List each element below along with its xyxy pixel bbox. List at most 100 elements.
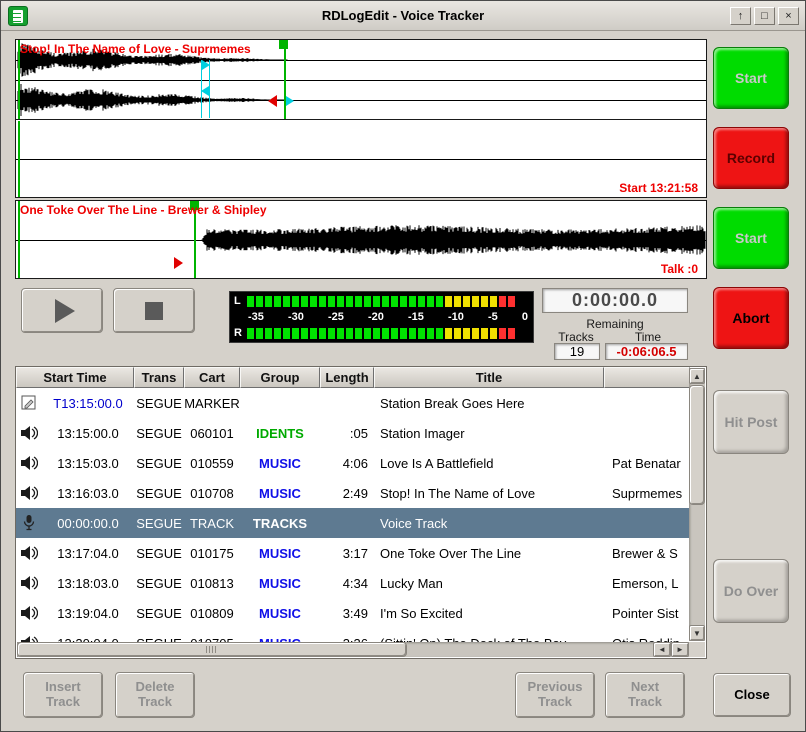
- scroll-up-icon[interactable]: ▲: [689, 368, 705, 384]
- shade-button[interactable]: ↑: [730, 7, 751, 25]
- led-segment-icon: [454, 296, 461, 307]
- led-segment-icon: [445, 296, 452, 307]
- log-row[interactable]: 13:16:03.0SEGUE010708MUSIC2:49Stop! In T…: [16, 478, 691, 508]
- speaker-icon: [16, 485, 42, 501]
- log-row[interactable]: 13:20:04.0SEGUE010705MUSIC3:36(Sittin' O…: [16, 628, 691, 643]
- speaker-icon: [16, 425, 42, 441]
- led-segment-icon: [310, 328, 317, 339]
- next-track-button[interactable]: Next Track: [605, 672, 685, 718]
- log-row[interactable]: T13:15:00.0SEGUEMARKERStation Break Goes…: [16, 388, 691, 418]
- stop-button[interactable]: [113, 288, 195, 333]
- column-header-title[interactable]: Title: [374, 367, 604, 388]
- led-segment-icon: [364, 328, 371, 339]
- led-segment-icon: [436, 328, 443, 339]
- cell-title: Love Is A Battlefield: [374, 456, 604, 471]
- column-header-artist[interactable]: [604, 367, 690, 388]
- led-segment-icon: [247, 296, 254, 307]
- column-header-trans[interactable]: Trans: [134, 367, 184, 388]
- close-button[interactable]: ×: [778, 7, 799, 25]
- meter-scale-label: -15: [408, 311, 424, 323]
- microphone-icon: [16, 514, 42, 532]
- left-channel-leds: [247, 296, 529, 307]
- led-segment-icon: [328, 296, 335, 307]
- scroll-right-icon[interactable]: ►: [671, 642, 689, 657]
- cell-length: 3:17: [320, 546, 374, 561]
- play-button[interactable]: [21, 288, 103, 333]
- waveform-centerline: [16, 159, 706, 160]
- start-track1-button[interactable]: Start: [713, 47, 789, 109]
- fade-marker-handle-icon[interactable]: [202, 60, 210, 70]
- column-header-length[interactable]: Length: [320, 367, 374, 388]
- column-header-group[interactable]: Group: [240, 367, 320, 388]
- fade-marker-handle-icon[interactable]: [286, 96, 294, 106]
- scroll-down-icon[interactable]: ▼: [689, 625, 705, 641]
- track1-waveform-pane[interactable]: Stop! In The Name of Love - Suprmemes: [16, 40, 706, 120]
- column-header-cart[interactable]: Cart: [184, 367, 240, 388]
- talk-time-label: Talk :0: [661, 262, 698, 276]
- column-header-start-time[interactable]: Start Time: [16, 367, 134, 388]
- led-segment-icon: [283, 296, 290, 307]
- title-bar[interactable]: RDLogEdit - Voice Tracker ↑□×: [1, 1, 805, 31]
- start-track2-button[interactable]: Start: [713, 207, 789, 269]
- cell-artist: Pat Benatar: [604, 456, 690, 471]
- led-segment-icon: [355, 296, 362, 307]
- cell-group: MUSIC: [240, 456, 320, 471]
- horizontal-scrollbar-thumb[interactable]: [17, 642, 407, 657]
- log-table-header: Start TimeTransCartGroupLengthTitle: [16, 367, 690, 388]
- remaining-label: Remaining: [542, 317, 688, 331]
- cell-group: MUSIC: [240, 486, 320, 501]
- cell-length: 2:49: [320, 486, 374, 501]
- cell-title: Station Imager: [374, 426, 604, 441]
- cell-cart: MARKER: [184, 396, 240, 411]
- meter-scale-label: -10: [448, 311, 464, 323]
- led-segment-icon: [382, 328, 389, 339]
- start-marker-handle-icon[interactable]: [174, 257, 183, 269]
- vertical-scrollbar[interactable]: ▲ ▼: [689, 368, 705, 641]
- cell-title: I'm So Excited: [374, 606, 604, 621]
- close-button[interactable]: Close: [713, 673, 791, 717]
- cell-trans: SEGUE: [134, 546, 184, 561]
- cell-length: 4:34: [320, 576, 374, 591]
- play-icon: [55, 299, 75, 323]
- cell-group: MUSIC: [240, 606, 320, 621]
- log-row-selected[interactable]: 00:00:00.0SEGUETRACKTRACKSVoice Track: [16, 508, 691, 538]
- cell-artist: Brewer & S: [604, 546, 690, 561]
- led-segment-icon: [427, 328, 434, 339]
- fade-marker-handle-icon[interactable]: [201, 86, 209, 96]
- do-over-button[interactable]: Do Over: [713, 559, 789, 623]
- log-row[interactable]: 13:17:04.0SEGUE010175MUSIC3:17One Toke O…: [16, 538, 691, 568]
- voice-track-pane[interactable]: Start 13:21:58: [16, 121, 706, 197]
- led-segment-icon: [472, 328, 479, 339]
- horizontal-scrollbar[interactable]: ◄ ►: [17, 642, 689, 657]
- delete-track-button[interactable]: Delete Track: [115, 672, 195, 718]
- log-row[interactable]: 13:18:03.0SEGUE010813MUSIC4:34Lucky ManE…: [16, 568, 691, 598]
- log-row[interactable]: 13:15:00.0SEGUE060101IDENTS:05Station Im…: [16, 418, 691, 448]
- cell-length: 4:06: [320, 456, 374, 471]
- log-row[interactable]: 13:15:03.0SEGUE010559MUSIC4:06Love Is A …: [16, 448, 691, 478]
- log-row[interactable]: 13:19:04.0SEGUE010809MUSIC3:49I'm So Exc…: [16, 598, 691, 628]
- cell-group: TRACKS: [240, 516, 320, 531]
- previous-track-button[interactable]: Previous Track: [515, 672, 595, 718]
- record-button[interactable]: Record: [713, 127, 789, 189]
- led-segment-icon: [499, 296, 506, 307]
- maximize-button[interactable]: □: [754, 7, 775, 25]
- hit-post-button[interactable]: Hit Post: [713, 390, 789, 454]
- vertical-scrollbar-thumb[interactable]: [689, 385, 705, 505]
- led-segment-icon: [319, 296, 326, 307]
- insert-track-button[interactable]: Insert Track: [23, 672, 103, 718]
- led-segment-icon: [310, 296, 317, 307]
- led-segment-icon: [463, 296, 470, 307]
- abort-button[interactable]: Abort: [713, 287, 789, 349]
- cell-cart: TRACK: [184, 516, 240, 531]
- segue-start-marker-handle-icon[interactable]: [279, 40, 288, 49]
- end-marker-handle-icon[interactable]: [268, 95, 277, 107]
- time-remaining-value: -0:06:06.5: [605, 343, 688, 360]
- cell-start-time: 13:17:04.0: [42, 546, 134, 561]
- cell-trans: SEGUE: [134, 396, 184, 411]
- led-segment-icon: [355, 328, 362, 339]
- cell-trans: SEGUE: [134, 486, 184, 501]
- track2-waveform-pane[interactable]: One Toke Over The Line - Brewer & Shiple…: [16, 201, 706, 278]
- led-segment-icon: [472, 296, 479, 307]
- cell-start-time: 13:16:03.0: [42, 486, 134, 501]
- scroll-left-icon[interactable]: ◄: [653, 642, 671, 657]
